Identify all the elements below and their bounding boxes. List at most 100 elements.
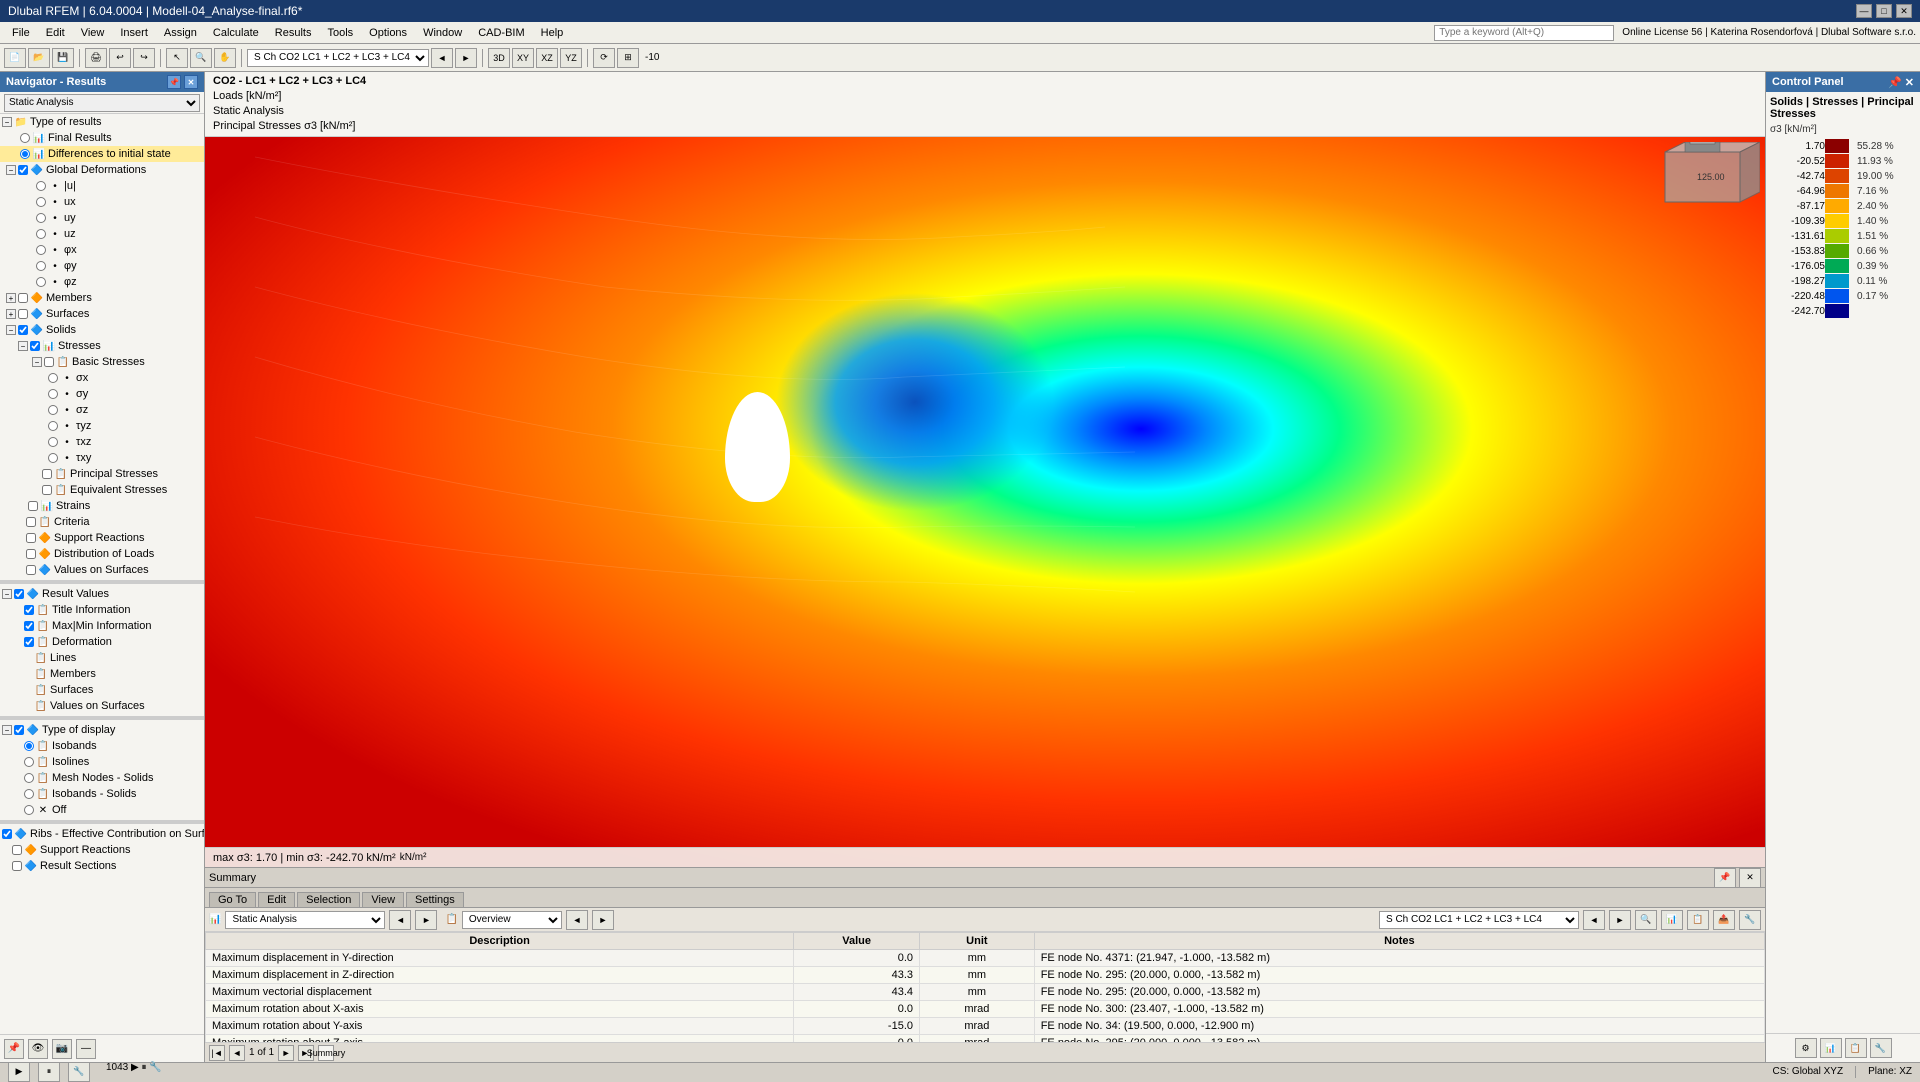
tree-ribs[interactable]: 🔷 Ribs - Effective Contribution on Surfa… [0,826,204,842]
tab-edit[interactable]: Edit [258,892,295,907]
surfaces-check[interactable] [18,309,28,319]
phiz-radio[interactable] [36,277,46,287]
support2-check[interactable] [12,845,22,855]
menu-options[interactable]: Options [361,25,415,41]
off-radio[interactable] [24,805,34,815]
rp-btn2[interactable]: 📊 [1820,1038,1842,1058]
cp-pin[interactable]: 📌 [1888,76,1902,89]
next-lc[interactable]: ► [455,48,477,68]
uy-radio[interactable] [36,213,46,223]
save-button[interactable]: 💾 [52,48,74,68]
tree-values-surfaces2[interactable]: 📋 Values on Surfaces [0,698,204,714]
expand-solids[interactable]: − [6,325,16,335]
tree-distribution-loads[interactable]: 🔶 Distribution of Loads [0,546,204,562]
search-input[interactable] [1434,25,1614,41]
principal-check[interactable] [42,469,52,479]
cam-btn[interactable]: 📷 [52,1039,72,1059]
tab-settings[interactable]: Settings [406,892,464,907]
sx-radio[interactable] [48,373,58,383]
tree-lines[interactable]: 📋 Lines [0,650,204,666]
view-xz[interactable]: XZ [536,48,558,68]
strains-check[interactable] [28,501,38,511]
tree-type-of-results[interactable]: − 📁 Type of results [0,114,204,130]
tree-phix[interactable]: • φx [0,242,204,258]
tree-values-surfaces[interactable]: 🔷 Values on Surfaces [0,562,204,578]
lc-combo[interactable]: S Ch CO2 LC1 + LC2 + LC3 + LC4 [247,49,429,67]
view-yz[interactable]: YZ [560,48,582,68]
next-lc-sum[interactable]: ► [1609,910,1631,930]
expand-basic-stress[interactable]: − [32,357,42,367]
tree-members2[interactable]: 📋 Members [0,666,204,682]
menu-assign[interactable]: Assign [156,25,205,41]
select-button[interactable]: ↖ [166,48,188,68]
isobands-solids-radio[interactable] [24,789,34,799]
tree-uy[interactable]: • uy [0,210,204,226]
tree-equivalent-stresses[interactable]: 📋 Equivalent Stresses [0,482,204,498]
prev-overview[interactable]: ◄ [566,910,588,930]
menu-tools[interactable]: Tools [319,25,361,41]
expand-stresses[interactable]: − [18,341,28,351]
sum-tool3[interactable]: 📋 [1687,910,1709,930]
tree-maxmin-information[interactable]: 📋 Max|Min Information [0,618,204,634]
rp-btn3[interactable]: 📋 [1845,1038,1867,1058]
tree-result-values[interactable]: − 🔷 Result Values [0,586,204,602]
menu-edit[interactable]: Edit [38,25,73,41]
prev-lc-sum[interactable]: ◄ [1583,910,1605,930]
tab-view[interactable]: View [362,892,404,907]
analysis-select-sum[interactable]: Static Analysis [225,911,385,929]
type-display-check[interactable] [14,725,24,735]
tree-members[interactable]: + 🔶 Members [0,290,204,306]
tree-title-information[interactable]: 📋 Title Information [0,602,204,618]
expand-surfaces[interactable]: + [6,309,16,319]
deformation-check[interactable] [24,637,34,647]
support-check[interactable] [26,533,36,543]
tree-surfaces2[interactable]: 📋 Surfaces [0,682,204,698]
status-btn2[interactable]: ⏸ [38,1062,60,1082]
status-btn1[interactable]: ▶ [8,1062,30,1082]
open-button[interactable]: 📂 [28,48,50,68]
menu-calculate[interactable]: Calculate [205,25,267,41]
solids-check[interactable] [18,325,28,335]
tree-solids[interactable]: − 🔷 Solids [0,322,204,338]
pin-btn[interactable]: 📌 [4,1039,24,1059]
tree-tyz[interactable]: • τyz [0,418,204,434]
summary-pin[interactable]: 📌 [1714,868,1736,888]
menu-insert[interactable]: Insert [112,25,156,41]
values-check[interactable] [26,565,36,575]
eye-btn[interactable]: 👁 [28,1039,48,1059]
txz-radio[interactable] [48,437,58,447]
tree-isobands[interactable]: 📋 Isobands [0,738,204,754]
minimize-button[interactable]: — [1856,4,1872,18]
mesh-nodes-radio[interactable] [24,773,34,783]
analysis-select[interactable]: Static Analysis [4,94,200,112]
tree-deformation[interactable]: 📋 Deformation [0,634,204,650]
tree-phiy[interactable]: • φy [0,258,204,274]
line-btn[interactable]: — [76,1039,96,1059]
undo-button[interactable]: ↩ [109,48,131,68]
uz-radio[interactable] [36,229,46,239]
tree-surfaces[interactable]: + 🔷 Surfaces [0,306,204,322]
lc-select-sum[interactable]: S Ch CO2 LC1 + LC2 + LC3 + LC4 [1379,911,1579,929]
result-sections-check[interactable] [12,861,22,871]
tree-basic-stresses[interactable]: − 📋 Basic Stresses [0,354,204,370]
distrib-check[interactable] [26,549,36,559]
global-def-check[interactable] [18,165,28,175]
tree-strains[interactable]: 📊 Strains [0,498,204,514]
tree-sx[interactable]: • σx [0,370,204,386]
tree-ux[interactable]: • ux [0,194,204,210]
sum-tool5[interactable]: 🔧 [1739,910,1761,930]
redo-button[interactable]: ↪ [133,48,155,68]
viewport[interactable]: 125.00 max σ3: 1.70 | min σ3: -242.70 kN… [205,137,1765,867]
tree-uz[interactable]: • uz [0,226,204,242]
summary-close[interactable]: ✕ [1739,868,1761,888]
result-values-check[interactable] [14,589,24,599]
menu-window[interactable]: Window [415,25,470,41]
close-button[interactable]: ✕ [1896,4,1912,18]
tree-stresses[interactable]: − 📊 Stresses [0,338,204,354]
isolines-radio[interactable] [24,757,34,767]
members-check[interactable] [18,293,28,303]
next-page[interactable]: ► [278,1045,294,1061]
basic-stress-check[interactable] [44,357,54,367]
status-btn3[interactable]: 🔧 [68,1062,90,1082]
expand-global-def[interactable]: − [6,165,16,175]
